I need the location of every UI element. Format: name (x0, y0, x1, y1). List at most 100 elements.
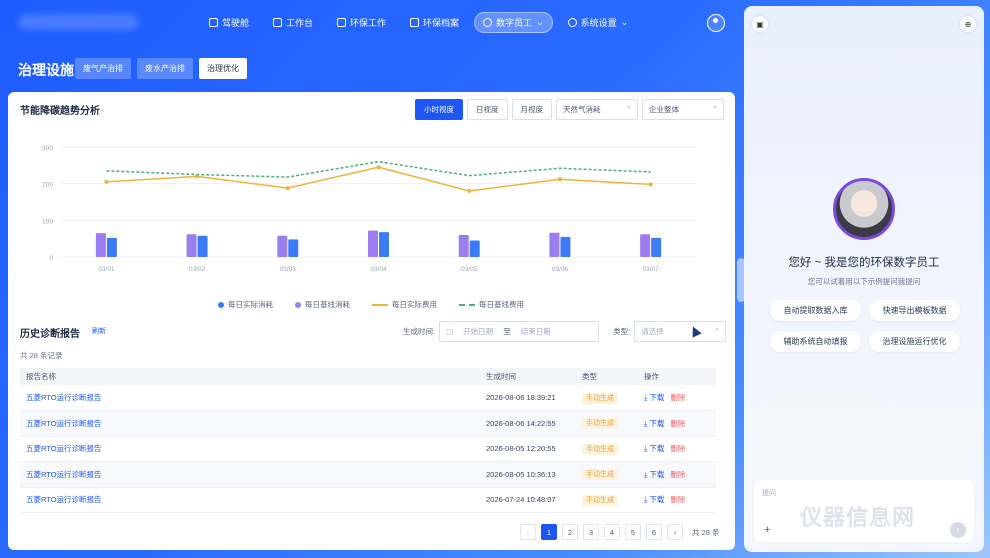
history-filters: 生成时间: ▢ 开始日期 至 结束日期 类型: 请选择 (403, 321, 727, 342)
scope-select[interactable]: 企业整体 (642, 99, 724, 120)
pagination: ‹ 1 2 3 4 5 6 › 共 28 条 (520, 524, 720, 540)
bar-actual (651, 237, 662, 257)
nav-item-workbench[interactable]: 工作台 (264, 12, 322, 33)
archive-icon (410, 18, 420, 27)
nav-item-cockpit[interactable]: 驾驶舱 (200, 12, 258, 33)
report-name-link[interactable]: 五菱RTO运行诊断报告 (26, 393, 102, 402)
bar-actual (197, 235, 208, 257)
subtabs: 废气产治排 废水产治排 治理优化 (75, 58, 247, 79)
send-button[interactable]: ↑ (950, 522, 966, 538)
type-badge: 手动生成 (582, 469, 618, 481)
nav-item-settings[interactable]: 系统设置 ⌄ (559, 12, 638, 33)
chip-auto-fill[interactable]: 辅助系统自动填报 (770, 331, 861, 352)
download-button[interactable]: ⤓ 下载 (644, 444, 664, 453)
report-name-link[interactable]: 五菱RTO运行诊断报告 (26, 444, 102, 453)
download-button[interactable]: ⤓ 下载 (644, 393, 664, 402)
next-page-button[interactable]: › (667, 524, 683, 540)
download-icon: ⤓ (644, 393, 648, 402)
download-button[interactable]: ⤓ 下载 (644, 470, 664, 479)
delete-button[interactable]: 删除 (670, 393, 685, 402)
legend-dot-icon (295, 301, 301, 308)
x-tick-label: 03/03 (280, 266, 297, 273)
segment-daily[interactable]: 日视度 (467, 99, 508, 120)
download-icon: ⤓ (644, 418, 648, 428)
legend-baseline-cost: 每日基线费用 (459, 299, 524, 310)
chip-facility-optimization[interactable]: 治理设施运行优化 (869, 331, 960, 352)
download-button[interactable]: ⤓ 下载 (644, 419, 664, 428)
date-separator: 至 (503, 327, 511, 336)
trend-chart: 0 100 200 300 03/01 03/02 03/03 03/04 03/05 03/06… (42, 145, 696, 273)
page-2[interactable]: 2 (562, 524, 578, 540)
report-name-link[interactable]: 五菱RTO运行诊断报告 (26, 495, 102, 504)
chip-export-template[interactable]: 快速导出模板数据 (869, 300, 960, 321)
chevron-down-icon: ⌄ (620, 17, 629, 27)
digital-staff-avatar (833, 178, 895, 240)
date-range-picker[interactable]: ▢ 开始日期 至 结束日期 (439, 321, 600, 342)
subtab-optimization[interactable]: 治理优化 (199, 58, 247, 79)
report-name-link[interactable]: 五菱RTO运行诊断报告 (26, 419, 102, 428)
x-tick-label: 03/02 (189, 266, 206, 273)
chip-extract-data[interactable]: 自动提取数据入库 (770, 300, 861, 321)
legend-actual-consumption: 每日实际消耗 (218, 299, 273, 310)
table-row: 五菱RTO运行诊断报告 2026-08-06 18:39:21 手动生成 ⤓ 下载 删除 (20, 385, 716, 411)
page-4[interactable]: 4 (604, 524, 620, 540)
nav-item-eco-archive[interactable]: 环保档案 (401, 12, 468, 33)
line-point (557, 177, 562, 182)
legend-line-icon (372, 303, 388, 306)
table-row: 五菱RTO运行诊断报告 2026-07-24 10:48:07 手动生成 ⤓ 下载 删除 (20, 487, 716, 513)
watermark: 仪器信息网 (800, 505, 916, 530)
legend-actual-cost: 每日实际费用 (372, 299, 437, 310)
workbench-icon (273, 18, 283, 27)
chart-title: 节能降碳趋势分析 (20, 106, 100, 117)
prev-page-button[interactable]: ‹ (520, 524, 536, 540)
report-time: 2026-08-05 12:20:55 (480, 436, 576, 462)
eco-work-icon (337, 18, 347, 27)
subtab-waste-gas[interactable]: 废气产治排 (75, 58, 131, 79)
download-icon: ⤓ (644, 469, 648, 479)
segment-monthly[interactable]: 月视度 (511, 99, 552, 120)
end-date-input[interactable]: 结束日期 (521, 326, 551, 337)
y-tick-label: 100 (42, 218, 53, 225)
new-chat-icon[interactable]: ⊕ (960, 16, 976, 32)
main-card: 节能降碳趋势分析 小时视度 日视度 月视度 天然气消耗 企业整体 0 100 200… (8, 92, 735, 550)
bar-actual (560, 236, 571, 257)
add-attachment-icon[interactable]: + (764, 524, 770, 536)
x-tick-label: 03/07 (643, 266, 660, 273)
refresh-link[interactable]: 刷新 (92, 326, 106, 336)
download-icon: ⤓ (644, 495, 648, 505)
table-row: 五菱RTO运行诊断报告 2026-08-05 10:36:13 手动生成 ⤓ 下载 删除 (20, 461, 716, 488)
report-time: 2026-08-05 10:36:13 (480, 461, 576, 488)
page-6[interactable]: 6 (646, 524, 662, 540)
page-3[interactable]: 3 (583, 524, 599, 540)
suggestion-chips: 自动提取数据入库 快速导出模板数据 辅助系统自动填报 治理设施运行优化 (770, 300, 960, 352)
nav-item-digital-staff[interactable]: 数字员工 ⌄ (474, 12, 553, 33)
history-title: 历史诊断报告 (20, 329, 80, 340)
energy-type-select[interactable]: 天然气消耗 (556, 99, 638, 120)
subtab-waste-water[interactable]: 废水产治排 (137, 58, 193, 79)
report-time: 2026-08-06 14:22:55 (480, 410, 576, 437)
start-date-input[interactable]: 开始日期 (463, 326, 493, 337)
delete-button[interactable]: 删除 (670, 419, 685, 428)
chat-input[interactable]: 提问 (762, 488, 776, 498)
download-button[interactable]: ⤓ 下载 (644, 495, 664, 504)
type-select[interactable]: 请选择 (634, 321, 727, 342)
delete-button[interactable]: 删除 (670, 495, 685, 504)
delete-button[interactable]: 删除 (670, 444, 685, 453)
chevron-down-icon: ⌄ (536, 17, 544, 27)
bar-baseline (186, 234, 197, 257)
sidebar-toggle-icon[interactable]: ▣ (752, 16, 768, 32)
user-avatar-icon[interactable] (707, 14, 725, 32)
series-line-baseline-cost (106, 160, 651, 178)
report-name-link[interactable]: 五菱RTO运行诊断报告 (26, 470, 102, 479)
nav-item-eco-work[interactable]: 环保工作 (328, 12, 395, 33)
page-1[interactable]: 1 (541, 524, 557, 540)
x-tick-label: 03/04 (370, 266, 387, 273)
delete-button[interactable]: 删除 (670, 470, 685, 479)
line-point (285, 186, 290, 191)
segment-hourly[interactable]: 小时视度 (415, 99, 463, 120)
page-5[interactable]: 5 (625, 524, 641, 540)
chart-legend: 每日实际消耗 每日基线消耗 每日实际费用 每日基线费用 (218, 299, 524, 310)
bar-baseline (640, 234, 651, 257)
type-badge: 手动生成 (582, 443, 618, 455)
report-time: 2026-08-06 18:39:21 (480, 385, 576, 411)
